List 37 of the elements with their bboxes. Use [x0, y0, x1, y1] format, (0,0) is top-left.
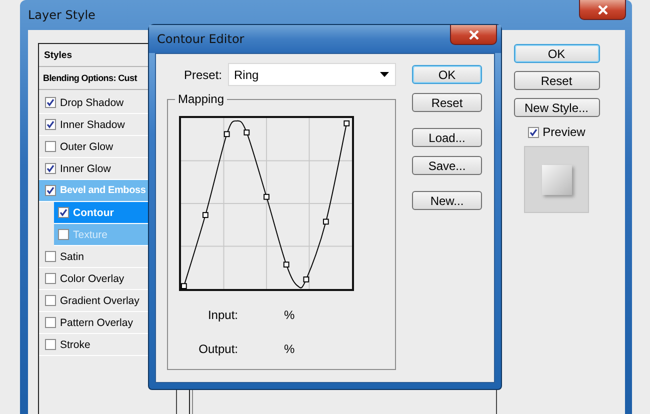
output-label: Output:: [198, 342, 238, 356]
dialog-button[interactable]: OK: [514, 44, 600, 63]
unit-label: %: [284, 342, 295, 356]
close-icon: [468, 30, 480, 40]
window-title: Layer Style: [28, 8, 96, 22]
dialog-title: Contour Editor: [157, 32, 244, 46]
checkbox[interactable]: [45, 339, 56, 350]
preview-label: Preview: [542, 125, 586, 139]
checkbox[interactable]: [45, 295, 56, 306]
dropdown-arrow-icon: [380, 72, 389, 77]
close-button[interactable]: [579, 0, 626, 20]
close-icon: [596, 4, 608, 14]
dialog-button[interactable]: Reset: [412, 93, 482, 112]
checkbox[interactable]: [45, 141, 56, 152]
style-preview-thumbnail: [524, 146, 589, 213]
checkbox[interactable]: [45, 251, 56, 262]
checkbox[interactable]: [58, 229, 69, 240]
checkbox[interactable]: [45, 273, 56, 284]
checkbox[interactable]: [45, 317, 56, 328]
dialog-button[interactable]: New Style...: [514, 98, 600, 117]
input-label: Input:: [206, 308, 238, 322]
unit-label: %: [284, 308, 295, 322]
checkbox[interactable]: [58, 207, 69, 218]
contour-curve-graph[interactable]: [179, 116, 354, 291]
group-label: Mapping: [175, 92, 228, 106]
checkbox[interactable]: [45, 163, 56, 174]
close-button[interactable]: [450, 25, 497, 45]
dialog-button[interactable]: Load...: [412, 128, 482, 147]
checkbox[interactable]: [45, 97, 56, 108]
dialog-button[interactable]: New...: [412, 191, 482, 210]
dialog-button[interactable]: Save...: [412, 156, 482, 175]
preset-dropdown[interactable]: Ring: [228, 63, 396, 86]
dialog-button[interactable]: Reset: [514, 71, 600, 90]
dialog-button[interactable]: OK: [412, 65, 482, 84]
checkbox[interactable]: [45, 185, 56, 196]
checkbox[interactable]: [528, 126, 539, 138]
checkbox[interactable]: [45, 119, 56, 130]
